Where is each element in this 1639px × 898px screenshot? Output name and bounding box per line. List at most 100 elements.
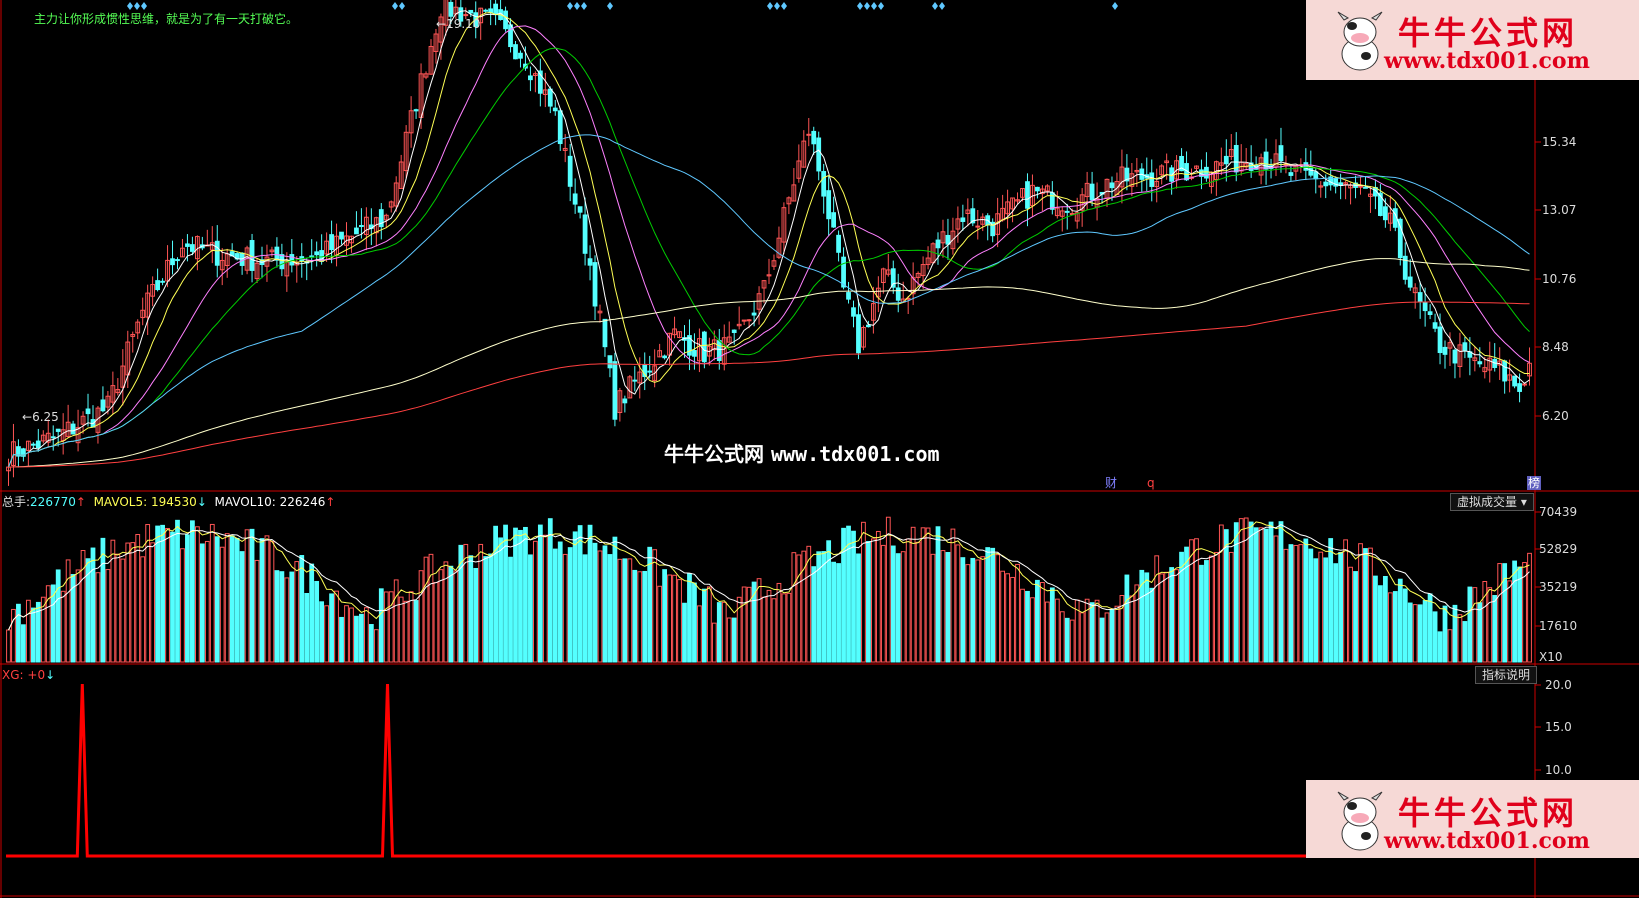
- candle-body: [701, 331, 707, 363]
- candle-body: [746, 319, 752, 322]
- candle-body: [279, 254, 285, 270]
- cow-mascot-icon: [1337, 791, 1383, 851]
- candle-body: [155, 280, 160, 291]
- volume-bar: [1194, 538, 1199, 663]
- bang-label[interactable]: 榜: [1527, 476, 1542, 490]
- candle-body: [214, 240, 220, 266]
- volume-bar: [1387, 592, 1393, 663]
- signal-marker: [781, 2, 787, 10]
- volume-bar: [209, 523, 215, 663]
- signal-marker: [607, 2, 613, 10]
- volume-bar: [319, 601, 325, 663]
- vol-tick-4: 17610: [1539, 619, 1578, 633]
- xg-tick-3: 10.0: [1545, 763, 1572, 777]
- volume-bar: [1030, 597, 1035, 663]
- volume-bar: [990, 547, 996, 663]
- volume-bar: [1084, 598, 1090, 663]
- cow-mascot-icon: [1337, 11, 1383, 71]
- volume-bar: [885, 516, 891, 663]
- signal-marker: [392, 2, 398, 10]
- signal-marker: [134, 2, 140, 10]
- ma-line-ma5: [8, 10, 1530, 468]
- volume-bar: [523, 526, 528, 663]
- volume-bar: [90, 547, 96, 663]
- candle-body: [413, 109, 419, 112]
- volume-bar: [811, 566, 817, 663]
- volume-bar: [622, 558, 628, 663]
- candle-body: [751, 312, 757, 316]
- volume-bar: [721, 601, 727, 663]
- candle-body: [866, 324, 871, 328]
- volume-bar: [642, 570, 648, 663]
- indicator-help-button[interactable]: 指标说明: [1475, 666, 1538, 684]
- volume-bar: [1248, 521, 1254, 663]
- volume-bar: [55, 569, 61, 663]
- candle-body: [100, 399, 106, 412]
- volume-bar: [537, 524, 543, 663]
- volume-bar: [269, 541, 275, 663]
- candle-body: [160, 280, 165, 283]
- candle-body: [960, 217, 966, 222]
- volume-bar: [1318, 551, 1324, 663]
- volume-bar: [30, 607, 36, 663]
- signal-marker: [767, 2, 773, 10]
- candle-body: [190, 244, 195, 252]
- volume-bar: [657, 585, 663, 663]
- volume-bar: [1124, 574, 1130, 663]
- candle-body: [1064, 210, 1070, 213]
- candle-body: [1278, 145, 1284, 162]
- volume-bar: [761, 596, 767, 663]
- volume-bar: [552, 548, 558, 663]
- candle-body: [1313, 171, 1319, 180]
- volume-bar: [756, 578, 762, 663]
- signal-marker: [932, 2, 938, 10]
- volume-bar: [204, 540, 210, 663]
- volume-bar: [45, 585, 51, 663]
- volume-bar: [1089, 602, 1095, 663]
- volume-bar: [378, 588, 384, 663]
- volume-bar: [234, 537, 240, 663]
- volume-bar: [1094, 599, 1100, 663]
- volume-bar: [572, 531, 578, 663]
- volume-bar: [1273, 535, 1279, 663]
- volume-bar: [627, 558, 633, 663]
- ma10-label: MAVOL10:: [214, 495, 276, 509]
- volume-bar: [254, 559, 260, 663]
- volume-bar: [165, 528, 170, 663]
- candle-body: [354, 227, 359, 235]
- candle-body: [607, 355, 613, 369]
- low-value: 6.25: [32, 410, 59, 424]
- volume-bar: [1179, 551, 1184, 663]
- candle-body: [572, 193, 578, 205]
- volume-bar: [895, 553, 901, 663]
- volume-bar: [468, 555, 474, 663]
- fin-label[interactable]: 财: [1105, 476, 1117, 490]
- volume-bar: [577, 525, 583, 663]
- volume-bar: [1492, 595, 1498, 663]
- candle-body: [692, 350, 697, 357]
- signal-marker: [574, 2, 580, 10]
- volume-bar: [498, 537, 503, 663]
- volume-bar: [955, 544, 961, 663]
- volume-bar: [801, 550, 807, 663]
- volume-bar: [1129, 595, 1135, 663]
- volume-bar: [1457, 614, 1463, 663]
- volume-bar: [1169, 567, 1175, 663]
- q-label[interactable]: q: [1147, 476, 1155, 490]
- signal-marker: [871, 2, 877, 10]
- volume-bar: [1338, 551, 1344, 663]
- volume-dropdown[interactable]: 虚拟成交量 ▾: [1450, 493, 1534, 511]
- candle-body: [185, 243, 190, 247]
- candle-body: [170, 258, 175, 266]
- candle-body: [836, 234, 841, 253]
- volume-bar: [1412, 604, 1418, 663]
- candle-body: [851, 307, 856, 317]
- volume-bar: [1209, 555, 1214, 663]
- candle-body: [1477, 361, 1483, 365]
- signal-marker: [567, 2, 573, 10]
- volume-bar: [1204, 560, 1209, 663]
- candle-body: [552, 107, 558, 112]
- volume-bar: [1298, 544, 1304, 663]
- volume-bar: [557, 541, 563, 663]
- volume-bar: [900, 551, 906, 663]
